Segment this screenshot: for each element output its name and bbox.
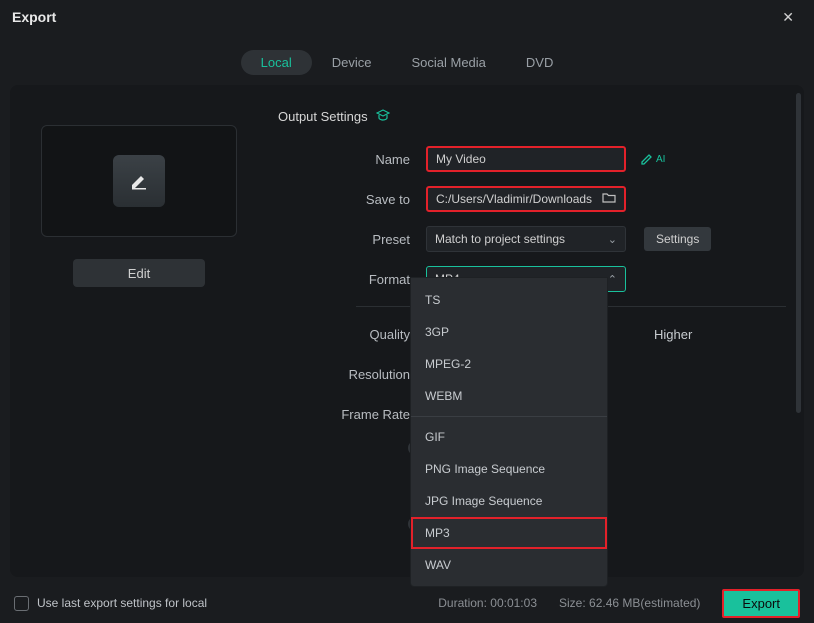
scrollbar[interactable] — [796, 93, 801, 413]
format-option-3gp[interactable]: 3GP — [411, 316, 607, 348]
frame-rate-label: Frame Rate — [278, 407, 426, 422]
preset-label: Preset — [278, 232, 426, 247]
preview-thumb-icon — [113, 155, 165, 207]
output-settings-label: Output Settings — [278, 109, 368, 124]
chevron-down-icon: ⌄ — [608, 233, 617, 246]
duration-label: Duration: — [438, 596, 487, 610]
name-input[interactable]: My Video — [426, 146, 626, 172]
resolution-label: Resolution — [278, 367, 426, 382]
use-last-settings-label: Use last export settings for local — [37, 596, 207, 610]
name-label: Name — [278, 152, 426, 167]
graduation-cap-icon[interactable] — [376, 109, 390, 124]
tab-local[interactable]: Local — [241, 50, 312, 75]
chevron-up-icon: ⌃ — [608, 273, 617, 286]
format-option-png-seq[interactable]: PNG Image Sequence — [411, 453, 607, 485]
edit-button[interactable]: Edit — [73, 259, 205, 287]
settings-button[interactable]: Settings — [644, 227, 711, 251]
format-dropdown: TS 3GP MPEG-2 WEBM GIF PNG Image Sequenc… — [410, 277, 608, 587]
preset-select[interactable]: Match to project settings ⌄ — [426, 226, 626, 252]
export-panel: Edit Output Settings Name My Video AI Sa… — [10, 85, 804, 577]
format-label: Format — [278, 272, 426, 287]
dropdown-divider — [411, 416, 607, 417]
output-settings-header: Output Settings — [278, 109, 786, 124]
format-option-mpeg2[interactable]: MPEG-2 — [411, 348, 607, 380]
format-option-wav[interactable]: WAV — [411, 549, 607, 581]
format-option-webm[interactable]: WEBM — [411, 380, 607, 412]
export-button[interactable]: Export — [722, 589, 800, 618]
save-to-input[interactable]: C:/Users/Vladimir/Downloads — [426, 186, 626, 212]
save-to-label: Save to — [278, 192, 426, 207]
window-title: Export — [12, 9, 56, 25]
tab-device[interactable]: Device — [312, 50, 392, 75]
duration-value: 00:01:03 — [490, 596, 537, 610]
size-value: 62.46 MB(estimated) — [589, 596, 700, 610]
quality-label: Quality — [278, 327, 426, 342]
export-tabs: Local Device Social Media DVD — [0, 50, 814, 75]
tab-dvd[interactable]: DVD — [506, 50, 573, 75]
video-preview — [41, 125, 237, 237]
format-option-jpg-seq[interactable]: JPG Image Sequence — [411, 485, 607, 517]
ai-label: AI — [656, 154, 665, 165]
save-to-value: C:/Users/Vladimir/Downloads — [436, 192, 592, 206]
footer-bar: Use last export settings for local Durat… — [0, 583, 814, 623]
format-option-ts[interactable]: TS — [411, 284, 607, 316]
preset-value: Match to project settings — [435, 232, 565, 246]
size-label: Size: — [559, 596, 586, 610]
ai-name-icon[interactable]: AI — [640, 152, 665, 166]
format-option-gif[interactable]: GIF — [411, 421, 607, 453]
close-icon[interactable]: ✕ — [774, 5, 802, 30]
tab-social-media[interactable]: Social Media — [391, 50, 505, 75]
format-option-mp3[interactable]: MP3 — [411, 517, 607, 549]
folder-icon[interactable] — [602, 192, 616, 206]
use-last-settings-checkbox[interactable] — [14, 596, 29, 611]
quality-higher-marker: Higher — [654, 327, 692, 342]
